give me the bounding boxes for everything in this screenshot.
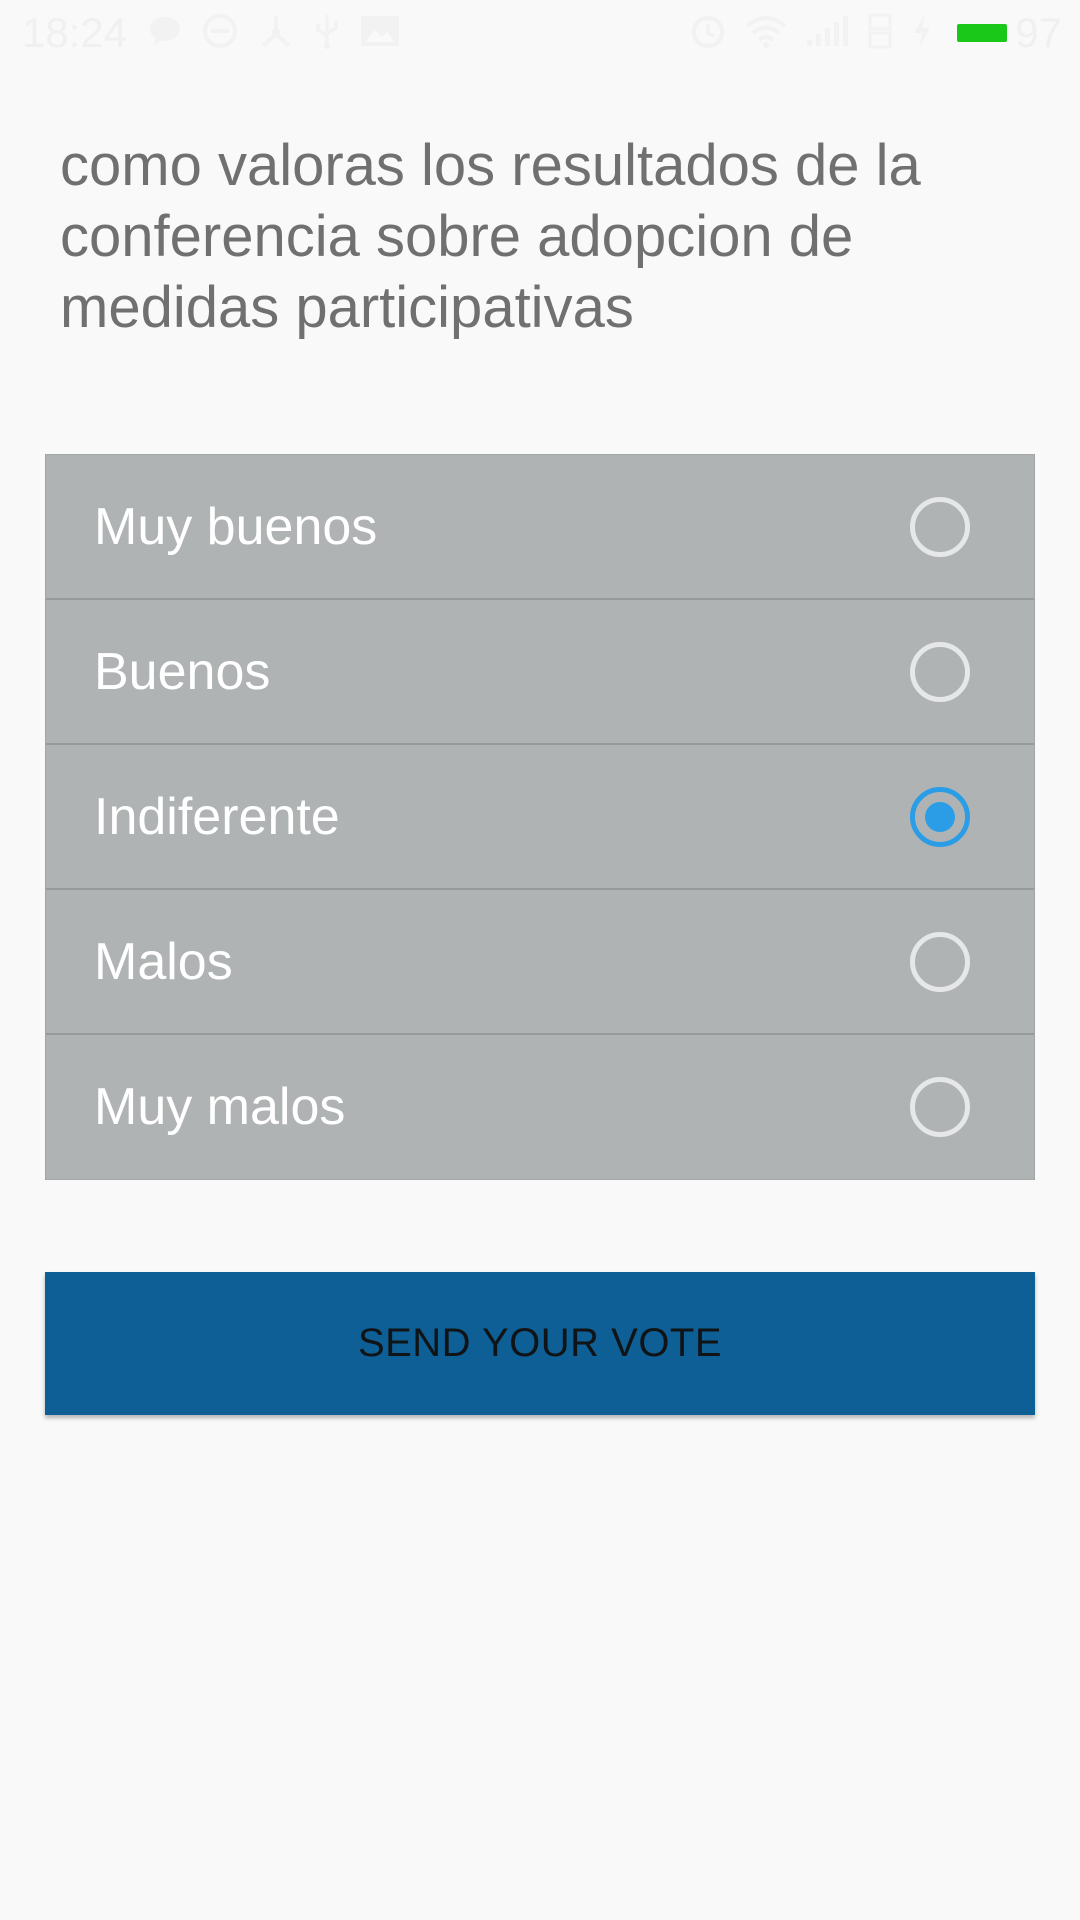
usb-icon (313, 12, 341, 55)
alarm-icon (689, 12, 727, 55)
option-label: Muy buenos (94, 498, 378, 556)
option-muy-malos[interactable]: Muy malos (46, 1035, 1034, 1179)
option-label: Buenos (94, 643, 271, 701)
radio-button[interactable] (910, 787, 970, 847)
option-indiferente[interactable]: Indiferente (46, 745, 1034, 890)
option-label: Muy malos (94, 1078, 346, 1136)
battery-icon (957, 24, 1008, 42)
send-vote-button[interactable]: SEND YOUR VOTE (45, 1272, 1035, 1415)
status-time: 18:24 (22, 9, 128, 56)
option-label: Malos (94, 933, 233, 991)
option-label: Indiferente (94, 788, 340, 846)
chat-bubble-icon (147, 14, 183, 53)
wifi-icon (745, 14, 787, 53)
option-muy-buenos[interactable]: Muy buenos (46, 455, 1034, 600)
poll-options: Muy buenos Buenos Indiferente Malos Muy … (45, 454, 1035, 1180)
image-icon (359, 14, 401, 53)
usb-connection-icon (257, 12, 295, 55)
battery-level: 97 (1015, 9, 1062, 56)
radio-button[interactable] (910, 497, 970, 557)
radio-button[interactable] (910, 642, 970, 702)
status-bar: 18:24 97 (0, 0, 1080, 66)
poll-question: como valoras los resultados de la confer… (60, 133, 921, 340)
data-4g-icon (867, 12, 893, 55)
charging-icon (911, 12, 933, 55)
status-right: 97 (689, 0, 1062, 66)
radio-button[interactable] (910, 1077, 970, 1137)
option-malos[interactable]: Malos (46, 890, 1034, 1035)
status-left: 18:24 (22, 0, 419, 66)
radio-button[interactable] (910, 932, 970, 992)
signal-icon (805, 14, 849, 53)
sync-icon (201, 12, 239, 55)
option-buenos[interactable]: Buenos (46, 600, 1034, 745)
